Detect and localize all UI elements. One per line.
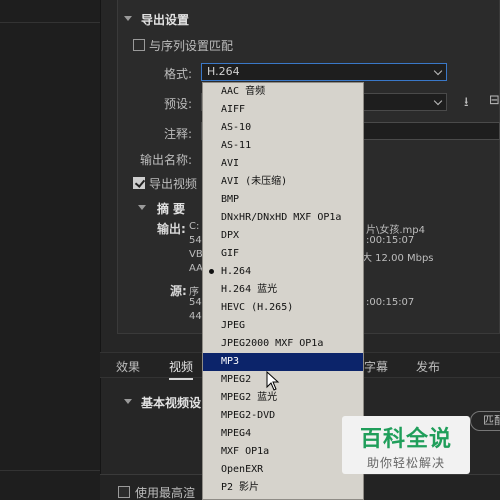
export-video-label: 导出视频 [149,177,198,191]
summary-title: 摘要 [157,202,190,216]
format-option-jpeg[interactable]: JPEG [203,317,363,335]
tab-publish[interactable]: 发布 [416,358,440,375]
watermark-title: 百科全说 [359,427,452,452]
format-option-hevc[interactable]: HEVC (H.265) [203,299,363,317]
preset-label: 预设: [163,97,192,111]
summary-output-bitrate: 大 12.00 Mbps [362,253,434,264]
match-source-button[interactable]: 匹配 [470,411,500,431]
summary-output-line: 54 [189,235,202,246]
output-name-label: 输出名称: [139,153,192,167]
format-option-jpeg2000[interactable]: JPEG2000 MXF OP1a [203,335,363,353]
tab-effects[interactable]: 效果 [116,358,140,375]
summary-output-duration: :00:15:07 [366,235,415,246]
format-option-aac[interactable]: AAC 音频 [203,83,363,101]
format-option-gif[interactable]: GIF [203,245,363,263]
format-option-openexr[interactable]: OpenEXR [203,461,363,479]
watermark-logo: 百科全说 助你轻松解决 [342,416,470,474]
chevron-down-icon [433,66,443,76]
summary-source-label: 源: [170,284,187,298]
export-settings-title: 导出设置 [141,13,190,27]
summary-source-line: 44 [189,311,202,322]
format-option-h264[interactable]: H.264 [203,263,363,281]
tab-video[interactable]: 视频 [169,358,194,380]
format-option-as10[interactable]: AS-10 [203,119,363,137]
video-settings-collapse-icon[interactable] [124,399,132,404]
summary-collapse-icon[interactable] [138,205,146,210]
left-panel [0,0,100,500]
export-settings-collapse-icon[interactable] [124,16,132,21]
import-preset-icon[interactable]: ⭳ [464,93,469,115]
mouse-cursor-icon [266,371,280,391]
left-panel-divider [0,22,100,23]
summary-output-line: VB [189,249,203,260]
export-video-checkbox[interactable] [133,177,145,189]
format-option-mxf-op1a[interactable]: MXF OP1a [203,443,363,461]
left-panel-divider-bottom [0,470,100,471]
match-sequence-label: 与序列设置匹配 [149,39,234,53]
format-option-dpx[interactable]: DPX [203,227,363,245]
format-option-p2[interactable]: P2 影片 [203,479,363,497]
format-option-dnxhr[interactable]: DNxHR/DNxHD MXF OP1a [203,209,363,227]
summary-output-line: C: [189,221,200,232]
format-option-mpeg2-dvd[interactable]: MPEG2-DVD [203,407,363,425]
summary-source-line: 54 [189,297,202,308]
format-option-h264-bluray[interactable]: H.264 蓝光 [203,281,363,299]
summary-source-duration: :00:15:07 [366,297,415,308]
format-select-value: H.264 [207,65,240,78]
format-label: 格式: [163,67,192,81]
format-option-avi[interactable]: AVI [203,155,363,173]
format-option-bmp[interactable]: BMP [203,191,363,209]
chevron-down-icon [433,96,443,106]
max-render-quality-label: 使用最高渲 [135,486,196,500]
comments-label: 注释: [163,127,192,141]
summary-output-file: 片\女孩.mp4 [366,225,425,236]
max-render-quality-checkbox[interactable] [118,486,130,498]
checked-bullet-icon [209,269,214,274]
summary-source-line: 序 [189,287,199,298]
save-preset-icon[interactable]: ⊟ [489,93,500,108]
format-option-avi-uncompressed[interactable]: AVI (未压缩) [203,173,363,191]
format-option-as11[interactable]: AS-11 [203,137,363,155]
summary-output-label: 输出: [157,222,186,236]
match-sequence-checkbox[interactable] [133,39,145,51]
basic-video-settings-title: 基本视频设 [141,396,202,410]
format-select[interactable]: H.264 [201,63,447,81]
format-dropdown-list: AAC 音频 AIFF AS-10 AS-11 AVI AVI (未压缩) BM… [202,82,364,500]
format-option-h264-label: H.264 [221,266,252,277]
format-option-aiff[interactable]: AIFF [203,101,363,119]
watermark-subtitle: 助你轻松解决 [366,456,445,470]
format-option-mpeg2-bluray[interactable]: MPEG2 蓝光 [203,389,363,407]
format-option-mpeg2[interactable]: MPEG2 [203,371,363,389]
format-option-mpeg4[interactable]: MPEG4 [203,425,363,443]
format-option-mp3[interactable]: MP3 [203,353,363,371]
tab-captions[interactable]: 字幕 [364,358,388,375]
summary-output-line: AA [189,263,203,274]
